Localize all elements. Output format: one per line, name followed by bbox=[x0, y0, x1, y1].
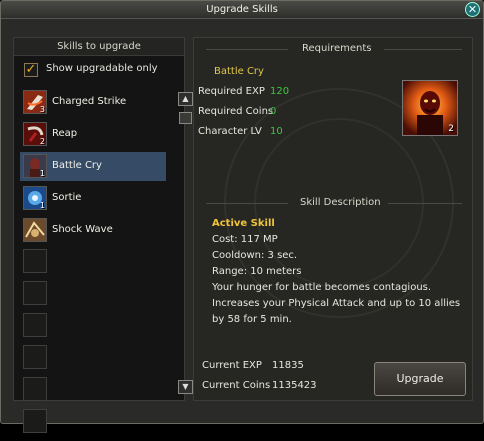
skill-name: Shock Wave bbox=[52, 224, 113, 235]
empty-skill-slot bbox=[23, 409, 47, 433]
shock-wave-icon bbox=[23, 218, 47, 242]
skill-row-sortie[interactable]: 1 Sortie bbox=[20, 184, 166, 213]
empty-skill-slot bbox=[23, 281, 47, 305]
skill-row-shock-wave[interactable]: Shock Wave bbox=[20, 216, 166, 245]
selected-skill-name: Battle Cry bbox=[214, 66, 264, 77]
requirements-title: Requirements bbox=[302, 43, 372, 54]
scroll-thumb[interactable] bbox=[179, 112, 192, 124]
current-coins-label: Current Coins bbox=[202, 380, 271, 391]
skill-details-panel: Requirements Battle Cry Required EXP 120… bbox=[193, 37, 473, 401]
current-exp-value: 11835 bbox=[272, 360, 304, 371]
skill-type: Active Skill bbox=[212, 218, 275, 229]
empty-skill-slot bbox=[23, 313, 47, 337]
skill-cost: Cost: 117 MP bbox=[212, 234, 278, 245]
charged-strike-icon: 3 bbox=[23, 90, 47, 114]
required-exp-value: 120 bbox=[270, 86, 290, 97]
character-lv-value: 10 bbox=[270, 126, 283, 137]
required-coins-value: 0 bbox=[270, 106, 277, 117]
skill-name: Charged Strike bbox=[52, 96, 127, 107]
skill-name: Reap bbox=[52, 128, 78, 139]
close-button[interactable]: ✕ bbox=[465, 2, 480, 17]
upgrade-skills-window: Upgrade Skills ✕ Skills to upgrade ✓ Sho… bbox=[0, 0, 484, 433]
skill-list-scrollbar[interactable]: ▲ ▼ bbox=[178, 88, 193, 432]
skill-row-battle-cry[interactable]: 1 Battle Cry bbox=[20, 152, 166, 181]
skill-range: Range: 10 meters bbox=[212, 266, 302, 277]
skill-row-reap[interactable]: 2 Reap bbox=[20, 120, 166, 149]
current-exp-label: Current EXP bbox=[202, 360, 262, 371]
empty-skill-slot bbox=[23, 249, 47, 273]
show-upgradable-checkbox[interactable]: ✓ bbox=[24, 63, 38, 77]
battle-cry-large-icon: 2 bbox=[402, 80, 458, 136]
skill-row-charged-strike[interactable]: 3 Charged Strike bbox=[20, 88, 166, 117]
skills-list-header: Skills to upgrade bbox=[14, 38, 184, 56]
battle-cry-icon: 1 bbox=[23, 154, 47, 178]
upgrade-button[interactable]: Upgrade bbox=[374, 362, 466, 396]
scroll-down-icon[interactable]: ▼ bbox=[178, 380, 193, 394]
empty-skill-slot bbox=[23, 377, 47, 401]
sortie-icon: 1 bbox=[23, 186, 47, 210]
skills-list-panel: Skills to upgrade ✓ Show upgradable only… bbox=[13, 37, 193, 433]
current-coins-value: 1135423 bbox=[272, 380, 317, 391]
show-upgradable-toggle[interactable]: ✓ Show upgradable only bbox=[24, 62, 184, 78]
reap-icon: 2 bbox=[23, 122, 47, 146]
skill-description: Active Skill Cost: 117 MP Cooldown: 3 se… bbox=[212, 216, 462, 328]
skill-description-title: Skill Description bbox=[300, 197, 381, 208]
skill-description-text: Your hunger for battle becomes contagiou… bbox=[212, 282, 461, 325]
window-title: Upgrade Skills bbox=[1, 1, 483, 19]
required-exp-label: Required EXP bbox=[198, 86, 265, 97]
empty-skill-slot bbox=[23, 345, 47, 369]
scroll-up-icon[interactable]: ▲ bbox=[178, 92, 193, 106]
character-lv-label: Character LV bbox=[198, 126, 262, 137]
required-coins-label: Required Coins bbox=[198, 106, 274, 117]
skill-list: 3 Charged Strike 2 Reap 1 Battle Cry 1 S… bbox=[20, 88, 166, 441]
skill-cooldown: Cooldown: 3 sec. bbox=[212, 250, 298, 261]
skill-name: Sortie bbox=[52, 192, 82, 203]
skill-name: Battle Cry bbox=[52, 160, 102, 171]
show-upgradable-label: Show upgradable only bbox=[46, 63, 158, 74]
